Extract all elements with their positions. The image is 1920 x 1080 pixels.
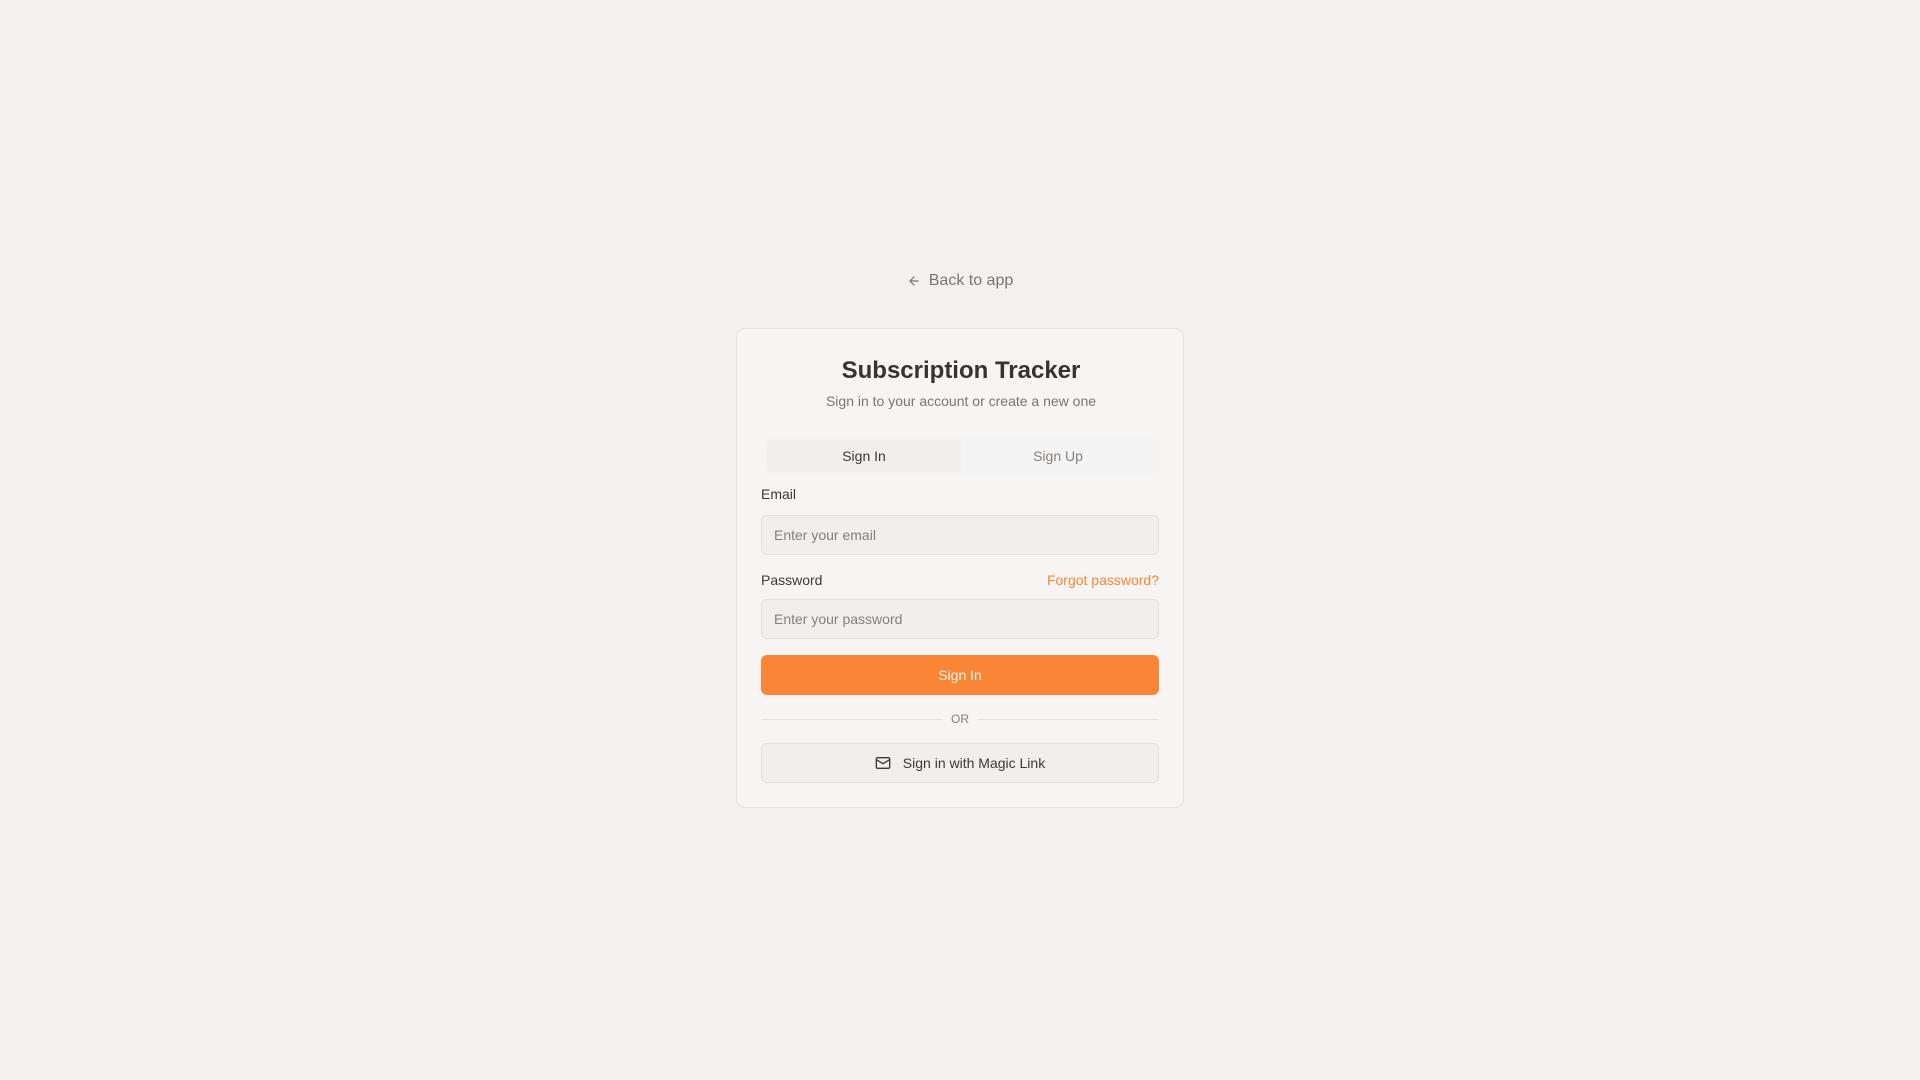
page-subtitle: Sign in to your account or create a new … <box>825 393 1097 409</box>
auth-page: Back to app Subscription Tracker Sign in… <box>0 0 1920 1080</box>
magic-link-label: Sign in with Magic Link <box>902 755 1046 771</box>
back-to-app-link[interactable]: Back to app <box>0 272 1920 290</box>
divider-label: OR <box>951 712 969 726</box>
magic-link-button[interactable]: Sign in with Magic Link <box>761 743 1159 783</box>
password-field[interactable] <box>761 599 1159 639</box>
auth-tabs: Sign In Sign Up <box>764 437 1158 475</box>
divider-line-left <box>761 718 943 720</box>
or-divider: OR <box>761 711 1159 727</box>
auth-card: Subscription Tracker Sign in to your acc… <box>736 328 1184 808</box>
email-label: Email <box>761 486 797 502</box>
sign-in-button[interactable]: Sign In <box>761 655 1159 695</box>
tab-sign-in[interactable]: Sign In <box>767 440 961 472</box>
page-title: Subscription Tracker <box>841 357 1081 384</box>
password-label: Password <box>761 572 823 588</box>
email-field[interactable] <box>761 515 1159 555</box>
mail-icon <box>875 755 891 771</box>
divider-line-right <box>977 718 1159 720</box>
back-to-app-label: Back to app <box>928 272 1014 289</box>
arrow-left-icon <box>907 274 921 288</box>
forgot-password-link[interactable]: Forgot password? <box>1047 572 1159 588</box>
tab-sign-up[interactable]: Sign Up <box>961 440 1155 472</box>
